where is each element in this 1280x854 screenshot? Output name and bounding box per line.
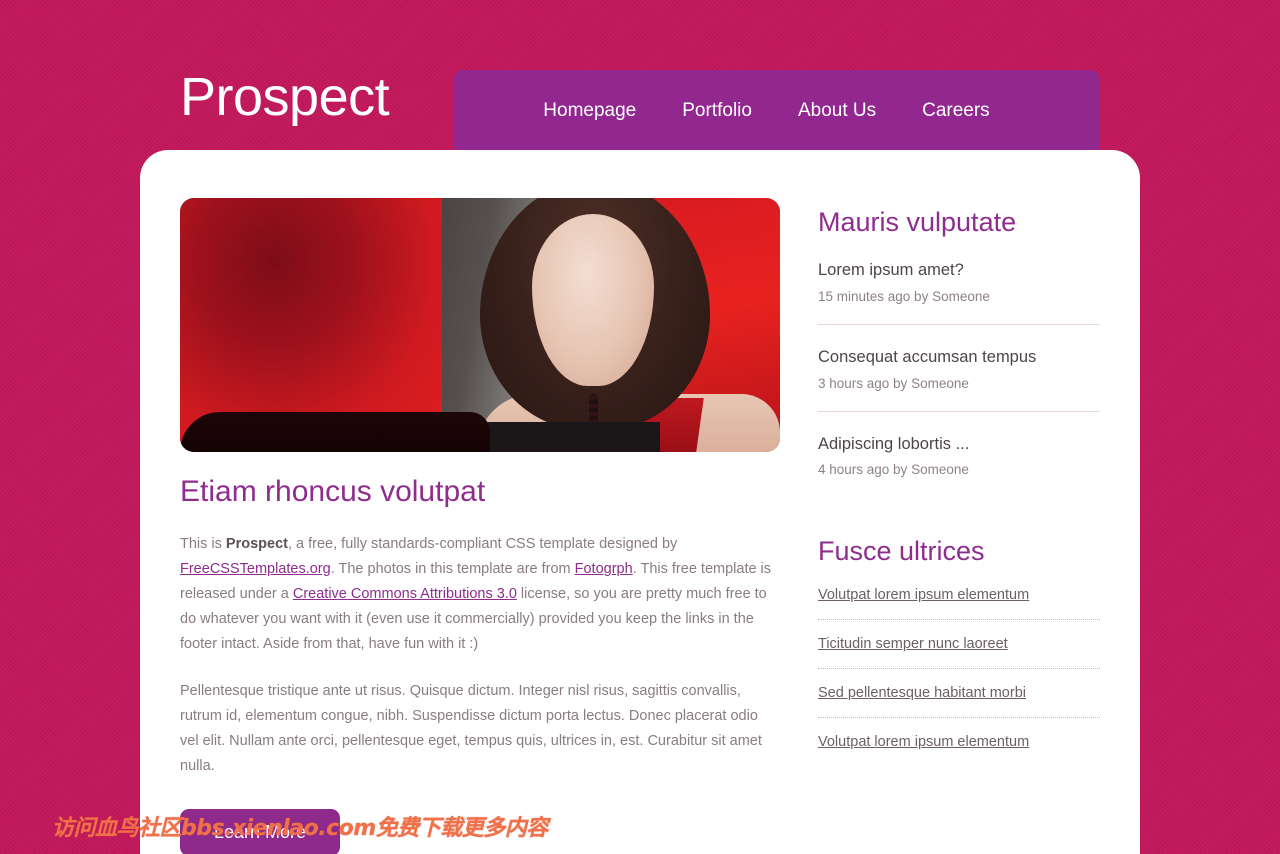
recent-posts-list: Lorem ipsum amet? 15 minutes ago by Some… [818, 260, 1100, 497]
post-meta: 15 minutes ago by Someone [818, 289, 990, 305]
article-title: Etiam rhoncus volutpat [180, 475, 486, 508]
content-wrapper: Etiam rhoncus volutpat This is Prospect,… [180, 198, 1100, 854]
list-item: Sed pellentesque habitant morbi [818, 667, 1100, 717]
main-column: Etiam rhoncus volutpat This is Prospect,… [180, 198, 780, 854]
site-title: Prospect [180, 67, 390, 127]
main-navigation: Homepage Portfolio About Us Careers [453, 70, 1100, 152]
sidebar-link-4[interactable]: Volutpat lorem ipsum elementum [818, 734, 1029, 750]
post-title: Lorem ipsum amet? [818, 261, 964, 280]
post-meta: 4 hours ago by Someone [818, 462, 969, 478]
feature-image [180, 198, 780, 452]
paragraph-text: . The photos in this template are from [330, 561, 575, 577]
post-meta: 3 hours ago by Someone [818, 375, 969, 391]
site-header: Prospect Homepage Portfolio About Us Car… [0, 0, 1280, 152]
link-fotogrph[interactable]: Fotogrph [575, 561, 633, 577]
sidebar-link-3[interactable]: Sed pellentesque habitant morbi [818, 685, 1026, 701]
sidebar-link-2[interactable]: Ticitudin semper nunc laoreet [818, 636, 1008, 652]
list-item[interactable]: Adipiscing lobortis ... 4 hours ago by S… [818, 410, 1100, 498]
learn-more-button[interactable]: Learn More [180, 809, 341, 854]
article-paragraph-2: Pellentesque tristique ante ut risus. Qu… [180, 683, 762, 774]
links-list: Volutpat lorem ipsum elementum Ticitudin… [818, 586, 1100, 766]
list-item: Volutpat lorem ipsum elementum [818, 716, 1100, 766]
article-paragraph-1: This is Prospect, a free, fully standard… [180, 532, 780, 657]
nav-item-about-us[interactable]: About Us [798, 100, 876, 122]
paragraph-text: This is [180, 536, 226, 552]
nav-item-portfolio[interactable]: Portfolio [682, 100, 752, 122]
list-item: Volutpat lorem ipsum elementum [818, 586, 1100, 619]
paragraph-text: , a free, fully standards-compliant CSS … [287, 536, 678, 552]
sidebar-posts-heading: Mauris vulputate [818, 207, 1017, 237]
link-creative-commons[interactable]: Creative Commons Attributions 3.0 [293, 586, 517, 602]
post-title: Adipiscing lobortis ... [818, 434, 970, 453]
nav-item-homepage[interactable]: Homepage [543, 100, 636, 122]
list-item[interactable]: Consequat accumsan tempus 3 hours ago by… [818, 324, 1100, 411]
sidebar: Mauris vulputate Lorem ipsum amet? 15 mi… [818, 198, 1100, 854]
list-item[interactable]: Lorem ipsum amet? 15 minutes ago by Some… [818, 260, 1100, 324]
sidebar-links-heading: Fusce ultrices [818, 536, 985, 567]
list-item: Ticitudin semper nunc laoreet [818, 618, 1100, 668]
page-card: Etiam rhoncus volutpat This is Prospect,… [140, 150, 1140, 854]
image-dark-foreground [180, 412, 490, 452]
sidebar-link-1[interactable]: Volutpat lorem ipsum elementum [818, 587, 1029, 603]
nav-item-careers[interactable]: Careers [922, 100, 990, 122]
post-title: Consequat accumsan tempus [818, 348, 1037, 367]
sidebar-links-section: Fusce ultrices Volutpat lorem ipsum elem… [818, 535, 1100, 765]
link-freecsstemplates[interactable]: FreeCSSTemplates.org [180, 561, 331, 577]
prospect-bold: Prospect [225, 536, 288, 552]
